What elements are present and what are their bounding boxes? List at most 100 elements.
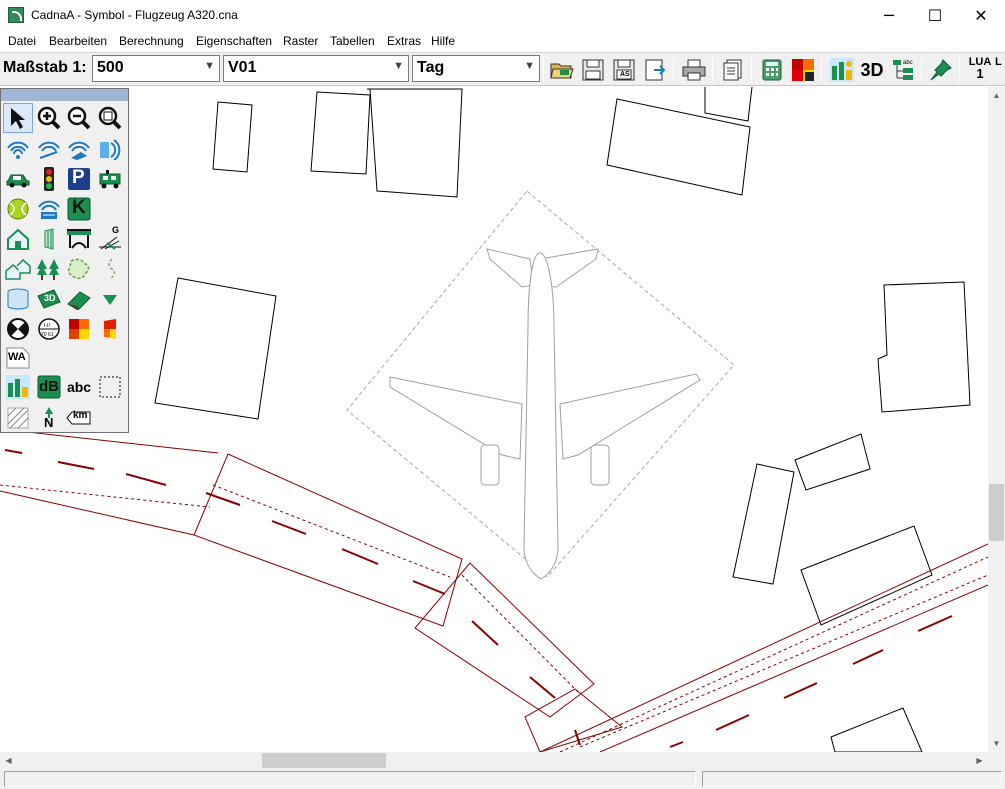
railway-button[interactable]	[95, 164, 125, 194]
toolbar-separator	[673, 57, 674, 83]
tree-hierarchy-icon: abc	[893, 60, 913, 80]
land-use-button[interactable]: WA	[3, 343, 33, 373]
lane-dash	[125, 473, 167, 486]
document-button[interactable]	[719, 56, 747, 84]
zoom-out-icon	[67, 106, 91, 130]
north-arrow-button[interactable]: N	[34, 403, 64, 433]
point-source-button[interactable]	[3, 134, 33, 164]
noise-map-button[interactable]	[3, 372, 33, 402]
triangle-marker-button[interactable]	[95, 284, 125, 314]
scroll-down-icon[interactable]: ▼	[988, 735, 1005, 752]
hatch-area-button[interactable]	[3, 403, 33, 433]
tennis-court-button[interactable]	[3, 194, 33, 224]
calculator-button[interactable]	[758, 56, 786, 84]
db-label-button[interactable]: dB	[34, 372, 64, 402]
menu-tabellen[interactable]: Tabellen	[330, 34, 375, 48]
facade-grid-button[interactable]	[95, 314, 125, 344]
chevron-down-icon: ▼	[393, 60, 404, 72]
lane-dash	[669, 741, 684, 748]
vertical-area-source-icon	[100, 139, 121, 160]
city-scene-icon	[830, 58, 854, 82]
aircraft-symbol	[346, 190, 735, 580]
k-object-letter: K	[72, 197, 86, 218]
vertical-scrollbar[interactable]: ▲ ▼	[988, 87, 1005, 752]
road-edge	[539, 543, 988, 752]
scroll-left-icon[interactable]: ◀	[0, 752, 17, 769]
ground-absorption-button[interactable]: G	[95, 224, 125, 254]
vertical-scroll-thumb[interactable]	[989, 484, 1004, 541]
embankment-button[interactable]	[64, 284, 94, 314]
export-icon	[645, 59, 666, 81]
grid-map-button[interactable]	[789, 56, 817, 84]
menu-raster[interactable]: Raster	[283, 34, 318, 48]
vertical-area-source-button[interactable]	[95, 134, 125, 164]
line-source-icon	[38, 141, 60, 159]
trees-icon	[37, 259, 59, 280]
cylinder-button[interactable]	[3, 284, 33, 314]
zoom-in-button[interactable]	[34, 103, 64, 133]
industrial-source-button[interactable]	[34, 194, 64, 224]
cadna-app-icon[interactable]	[8, 7, 24, 23]
building-button[interactable]	[3, 224, 33, 254]
minimize-button[interactable]: ─	[866, 0, 912, 31]
receiver-levels-button[interactable]: I-II 70 61	[34, 314, 64, 344]
line-source-button[interactable]	[34, 134, 64, 164]
pin-button[interactable]	[927, 56, 955, 84]
menu-extras[interactable]: Extras	[387, 34, 421, 48]
menu-berechnung[interactable]: Berechnung	[119, 34, 184, 48]
3d-reflector-button[interactable]: 3D	[34, 284, 64, 314]
save-as-button[interactable]: AS	[610, 56, 638, 84]
contour-line-button[interactable]	[95, 254, 125, 284]
menu-datei[interactable]: Datei	[8, 34, 36, 48]
select-tool-button[interactable]	[3, 103, 33, 133]
scroll-right-icon[interactable]: ▶	[971, 752, 988, 769]
road-centerline	[212, 484, 451, 578]
map-canvas[interactable]	[0, 87, 988, 752]
scale-select[interactable]: 500 ▼	[92, 55, 220, 82]
variant-select[interactable]: V01 ▼	[223, 55, 409, 82]
horizontal-scroll-thumb[interactable]	[262, 753, 386, 768]
horizontal-scrollbar[interactable]: ◀ ▶	[0, 752, 988, 769]
scene-view-button[interactable]	[828, 56, 856, 84]
receiver-button[interactable]	[3, 314, 33, 344]
lane-dash	[783, 682, 818, 699]
selection-box-button[interactable]	[95, 372, 125, 402]
traffic-light-button[interactable]	[34, 164, 64, 194]
area-outline-button[interactable]	[64, 254, 94, 284]
grid-calc-button[interactable]	[64, 314, 94, 344]
palette-title-bar[interactable]	[1, 89, 128, 101]
save-button[interactable]	[579, 56, 607, 84]
zoom-window-button[interactable]	[95, 103, 125, 133]
parking-lot-button[interactable]: P	[64, 164, 94, 194]
road-button[interactable]	[3, 164, 33, 194]
vegetation-button[interactable]	[34, 254, 64, 284]
zoom-out-button[interactable]	[64, 103, 94, 133]
period-select[interactable]: Tag ▼	[412, 55, 540, 82]
houses-icon	[5, 258, 31, 280]
scale-bar-button[interactable]: km	[64, 403, 94, 433]
building-group-button[interactable]	[3, 254, 33, 284]
lua-button[interactable]: LUA 1	[967, 56, 993, 80]
contour-line-icon	[108, 258, 116, 280]
text-label-button[interactable]: abc	[64, 372, 94, 402]
print-button[interactable]	[680, 56, 708, 84]
close-button[interactable]: ✕	[958, 0, 1004, 31]
export-button[interactable]	[641, 56, 669, 84]
bridge-button[interactable]	[64, 224, 94, 254]
menu-eigenschaften[interactable]: Eigenschaften	[196, 34, 272, 48]
building	[800, 525, 933, 626]
k-object-button[interactable]: K	[64, 194, 94, 224]
object-tree-button[interactable]: abc	[889, 56, 917, 84]
dashed-box-icon	[99, 376, 121, 398]
status-bar	[0, 769, 1005, 789]
menu-bearbeiten[interactable]: Bearbeiten	[49, 34, 107, 48]
status-panel-main	[4, 771, 696, 787]
barrier-button[interactable]	[34, 224, 64, 254]
open-file-button[interactable]	[548, 56, 576, 84]
area-source-button[interactable]	[64, 134, 94, 164]
maximize-button[interactable]: ☐	[912, 0, 958, 31]
three-d-button[interactable]: 3D	[858, 56, 886, 84]
scroll-up-icon[interactable]: ▲	[988, 87, 1005, 104]
toolbar-overflow[interactable]: L	[995, 56, 1005, 68]
menu-hilfe[interactable]: Hilfe	[431, 34, 455, 48]
